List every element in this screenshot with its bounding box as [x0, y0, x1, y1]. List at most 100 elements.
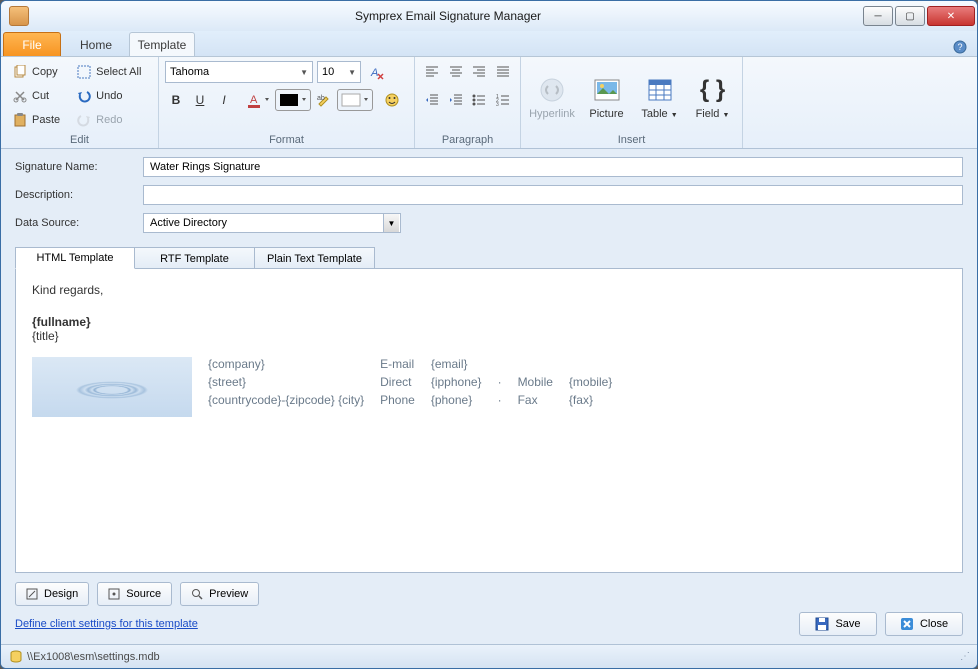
undo-label: Undo	[96, 90, 122, 102]
data-source-select[interactable]: Active Directory ▼	[143, 213, 401, 233]
tab-html-template[interactable]: HTML Template	[15, 247, 135, 269]
copy-label: Copy	[32, 66, 58, 78]
resize-grip-icon[interactable]: ⋰	[960, 651, 969, 662]
dropdown-arrow-icon: ▼	[671, 112, 678, 119]
form-area: Signature Name: Description: Data Source…	[1, 149, 977, 241]
sig-mobile-label: Mobile	[518, 375, 553, 389]
design-view-button[interactable]: Design	[15, 582, 89, 606]
minimize-button[interactable]: ─	[863, 6, 893, 26]
background-color-button[interactable]	[337, 89, 373, 111]
highlight-button[interactable]: ab	[313, 89, 335, 111]
indent-button[interactable]	[445, 89, 467, 111]
template-tabs: HTML Template RTF Template Plain Text Te…	[15, 247, 963, 269]
tab-template[interactable]: Template	[129, 32, 195, 56]
group-paragraph: 123 Paragraph	[415, 57, 521, 148]
editor-fullname: {fullname}	[32, 315, 91, 329]
maximize-button[interactable]: ▢	[895, 6, 925, 26]
tab-home[interactable]: Home	[63, 32, 129, 56]
bullet-list-button[interactable]	[469, 89, 491, 111]
client-settings-link[interactable]: Define client settings for this template	[15, 618, 198, 630]
redo-button[interactable]: Redo	[71, 109, 146, 131]
font-size-value: 10	[322, 66, 334, 78]
redo-label: Redo	[96, 114, 122, 126]
status-path: \\Ex1008\esm\settings.mdb	[27, 651, 160, 663]
select-all-label: Select All	[96, 66, 141, 78]
app-window: Symprex Email Signature Manager ─ ▢ ✕ Fi…	[0, 0, 978, 669]
editor-area[interactable]: Kind regards, {fullname} {title} {compan…	[15, 268, 963, 573]
data-source-label: Data Source:	[15, 217, 143, 229]
font-select[interactable]: Tahoma▼	[165, 61, 313, 83]
redo-icon	[76, 112, 92, 128]
sig-email: {email}	[431, 357, 482, 371]
paste-icon	[12, 112, 28, 128]
save-label: Save	[835, 618, 860, 630]
sig-city: {countrycode}-{zipcode} {city}	[208, 393, 364, 407]
preview-view-button[interactable]: Preview	[180, 582, 259, 606]
clear-format-button[interactable]: A	[365, 61, 387, 83]
close-button[interactable]: Close	[885, 612, 963, 636]
editor-title: {title}	[32, 329, 946, 343]
dropdown-arrow-icon: ▼	[722, 112, 729, 119]
outdent-button[interactable]	[421, 89, 443, 111]
editor-greeting: Kind regards,	[32, 283, 946, 297]
tab-plain-template[interactable]: Plain Text Template	[255, 247, 375, 269]
sig-phone-label: Phone	[380, 393, 415, 407]
sig-direct-label: Direct	[380, 375, 415, 389]
sig-fax: {fax}	[569, 393, 612, 407]
paste-label: Paste	[32, 114, 60, 126]
picture-label: Picture	[589, 108, 623, 120]
insert-symbol-button[interactable]	[381, 89, 403, 111]
italic-button[interactable]: I	[213, 89, 235, 111]
dropdown-arrow-icon: ▼	[383, 214, 399, 232]
title-bar: Symprex Email Signature Manager ─ ▢ ✕	[1, 1, 977, 31]
cut-icon	[12, 88, 28, 104]
data-source-value: Active Directory	[150, 217, 227, 229]
align-justify-button[interactable]	[492, 61, 514, 83]
paste-button[interactable]: Paste	[7, 109, 65, 131]
sig-fax-label: Fax	[518, 393, 553, 407]
signature-name-label: Signature Name:	[15, 161, 143, 173]
table-icon	[644, 74, 676, 106]
underline-button[interactable]: U	[189, 89, 211, 111]
bold-button[interactable]: B	[165, 89, 187, 111]
number-list-button[interactable]: 123	[492, 89, 514, 111]
font-size-select[interactable]: 10 ▼	[317, 61, 361, 83]
field-button[interactable]: { } Field ▼	[689, 61, 736, 132]
description-input[interactable]	[143, 185, 963, 205]
ribbon-tabs: File Home Template ?	[1, 31, 977, 57]
group-insert-label: Insert	[527, 132, 736, 146]
hyperlink-button[interactable]: Hyperlink	[527, 61, 577, 132]
sig-phone: {phone}	[431, 393, 482, 407]
sig-street: {street}	[208, 375, 364, 389]
font-color-button[interactable]: A	[243, 89, 273, 111]
source-view-button[interactable]: Source	[97, 582, 172, 606]
close-window-button[interactable]: ✕	[927, 6, 975, 26]
description-label: Description:	[15, 189, 143, 201]
signature-image	[32, 357, 192, 417]
group-format: Tahoma▼ 10 ▼ A B U I A ab Format	[159, 57, 415, 148]
highlight-color-button[interactable]	[275, 89, 311, 111]
ribbon: Copy Cut Paste Select All Undo Redo Edit…	[1, 57, 977, 149]
align-left-button[interactable]	[421, 61, 443, 83]
tab-rtf-template[interactable]: RTF Template	[135, 247, 255, 269]
signature-name-input[interactable]	[143, 157, 963, 177]
picture-button[interactable]: Picture	[583, 61, 630, 132]
undo-icon	[76, 88, 92, 104]
cut-button[interactable]: Cut	[7, 85, 65, 107]
cut-label: Cut	[32, 90, 49, 102]
group-format-label: Format	[165, 132, 408, 146]
copy-button[interactable]: Copy	[7, 61, 65, 83]
tab-file[interactable]: File	[3, 32, 61, 56]
table-button[interactable]: Table ▼	[636, 61, 683, 132]
align-center-button[interactable]	[445, 61, 467, 83]
undo-button[interactable]: Undo	[71, 85, 146, 107]
help-icon[interactable]: ?	[953, 40, 969, 56]
dropdown-arrow-icon: ▼	[348, 68, 356, 77]
save-button[interactable]: Save	[799, 612, 877, 636]
dropdown-arrow-icon: ▼	[300, 68, 308, 77]
separator-dot: ·	[498, 375, 502, 389]
select-all-button[interactable]: Select All	[71, 61, 146, 83]
svg-text:?: ?	[957, 42, 962, 52]
align-right-button[interactable]	[469, 61, 491, 83]
hyperlink-icon	[536, 74, 568, 106]
